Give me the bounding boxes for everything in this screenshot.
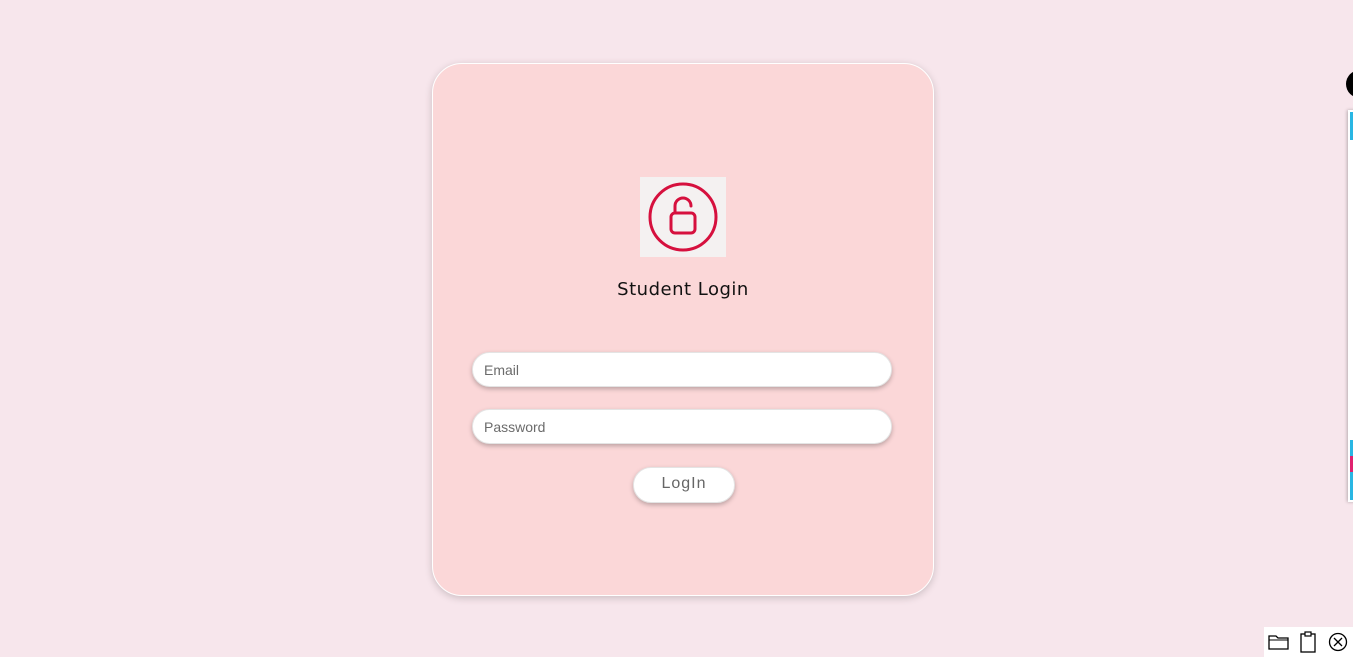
page: Student Login LogIn <box>0 0 1353 657</box>
login-button[interactable]: LogIn <box>633 467 735 503</box>
password-field[interactable] <box>472 409 892 444</box>
login-card: Student Login LogIn <box>432 63 934 596</box>
side-widget-handle[interactable] <box>1346 70 1353 98</box>
unlock-icon <box>648 182 718 252</box>
bottom-toolbar <box>1264 627 1353 657</box>
logo <box>640 177 726 257</box>
page-title: Student Login <box>617 279 749 300</box>
email-field[interactable] <box>472 352 892 387</box>
clipboard-icon[interactable] <box>1296 630 1320 654</box>
close-circle-icon[interactable] <box>1326 630 1350 654</box>
folder-icon[interactable] <box>1267 630 1291 654</box>
